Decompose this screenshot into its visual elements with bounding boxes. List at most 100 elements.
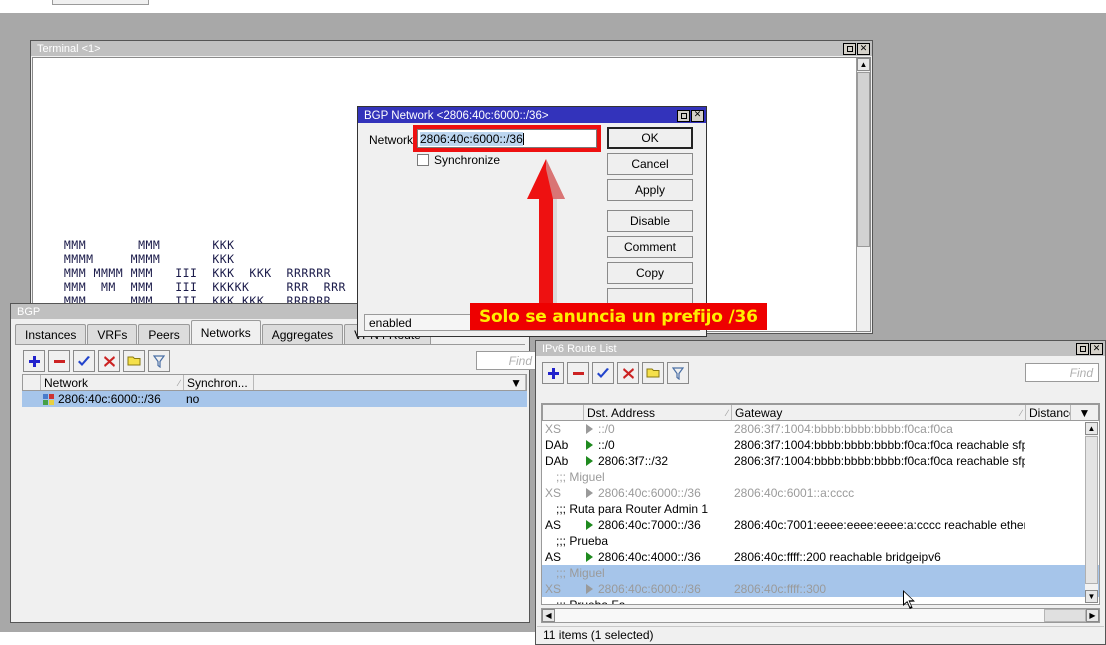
bgp-list-header[interactable]: Network ∕ Synchron... ▼ [22,374,527,391]
route-comment-row[interactable]: ;;; Miguel [542,469,1099,485]
filter-icon[interactable] [148,350,170,372]
route-vscrollbar[interactable]: ▲ ▼ [1085,422,1098,603]
route-table[interactable]: Dst. Address ∕ Gateway ∕ Distance ▼ XS::… [541,403,1100,605]
enable-icon[interactable] [73,350,95,372]
bgp-window[interactable]: BGP Instances VRFs Peers Networks Aggreg… [10,303,530,623]
route-comment-text: ;;; Prueba [542,533,1070,549]
scroll-thumb[interactable] [857,72,870,247]
bgp-col-network-label: Network [44,376,88,390]
remove-icon[interactable] [567,362,589,384]
disable-icon[interactable] [98,350,120,372]
close-icon[interactable]: ✕ [691,110,704,122]
route-distance [1025,421,1070,437]
bgp-col-synchronize[interactable]: Synchron... [184,375,254,390]
add-icon[interactable] [23,350,45,372]
apply-button[interactable]: Apply [607,179,693,201]
bgp-toolbar[interactable] [23,350,170,372]
scroll-up-icon[interactable]: ▲ [1085,422,1098,435]
route-col-distance-label: Distance [1029,406,1071,420]
route-gateway: 2806:40c:7001:eeee:eeee:eeee:a:cccc reac… [731,517,1025,533]
annotation-arrow [523,159,569,309]
dialog-titlebar[interactable]: BGP Network <2806:40c:6000::/36> ✕ [358,107,706,123]
copy-button[interactable]: Copy [607,262,693,284]
network-label: Network: [369,133,416,147]
scroll-left-icon[interactable]: ◀ [542,609,555,622]
table-row[interactable]: DAb2806:3f7::/322806:3f7:1004:bbbb:bbbb:… [542,453,1099,469]
winbox-desktop: Terminal <1> ✕ MMM MMM KKK MMMM MMMM KKK… [0,13,1106,632]
route-comment-row[interactable]: ;;; Miguel [542,565,1099,581]
ok-button[interactable]: OK [607,127,693,149]
route-dst-text: ::/0 [598,421,615,437]
route-find-input[interactable]: Find [1025,363,1099,382]
comment-icon[interactable] [123,350,145,372]
route-flags: XS [542,421,583,437]
table-row[interactable]: DAb::/02806:3f7:1004:bbbb:bbbb:bbbb:f0ca… [542,437,1099,453]
table-row[interactable]: AS2806:40c:7000::/362806:40c:7001:eeee:e… [542,517,1099,533]
synchronize-checkbox-row[interactable]: Synchronize [417,153,500,167]
tab-vrfs[interactable]: VRFs [87,324,137,344]
terminal-scrollbar[interactable]: ▲ [856,58,870,331]
route-col-menu[interactable]: ▼ [1071,405,1098,420]
terminal-ascii-logo: MMM MMM KKK MMMM MMMM KKK MMM MMMM MMM I… [49,238,391,308]
maximize-icon[interactable] [1076,343,1089,355]
maximize-icon[interactable] [677,110,690,122]
tab-networks[interactable]: Networks [191,320,261,344]
synchronize-checkbox[interactable] [417,154,429,166]
ipv6-route-list-window[interactable]: IPv6 Route List ✕ [535,340,1106,645]
route-dst-address: 2806:3f7::/32 [583,453,731,469]
disable-button[interactable]: Disable [607,210,693,232]
scroll-thumb[interactable] [1085,436,1098,584]
route-dst-text: 2806:40c:6000::/36 [598,485,701,501]
bgp-network-list[interactable]: Network ∕ Synchron... ▼ [22,374,527,407]
scroll-down-icon[interactable]: ▼ [1085,590,1098,603]
route-hscrollbar[interactable]: ◀ ▶ [541,608,1100,623]
chevron-down-icon[interactable]: ▼ [1079,406,1091,420]
scroll-right-icon[interactable]: ▶ [1086,609,1099,622]
table-row[interactable]: XS::/0 2806:3f7:1004:bbbb:bbbb:bbbb:f0ca:… [542,421,1099,437]
sort-ascending-icon: ∕ [178,378,180,388]
table-row[interactable]: 2806:40c:6000::/36 no [22,391,527,407]
route-flags: XS [542,581,583,597]
route-col-distance[interactable]: Distance [1026,405,1071,420]
route-comment-row[interactable]: ;;; Prueba [542,533,1099,549]
route-list-toolbar[interactable] [542,362,689,384]
route-gateway: 2806:3f7:1004:bbbb:bbbb:bbbb:f0ca:f0ca [731,421,1025,437]
route-rows-container[interactable]: XS::/0 2806:3f7:1004:bbbb:bbbb:bbbb:f0ca:… [542,421,1099,605]
scroll-up-icon[interactable]: ▲ [857,58,870,71]
remove-icon[interactable] [48,350,70,372]
close-icon[interactable]: ✕ [1090,343,1103,355]
comment-icon[interactable] [642,362,664,384]
tab-aggregates[interactable]: Aggregates [262,324,343,344]
route-comment-row[interactable]: ;;; Prueba Fa [542,597,1099,605]
bgp-col-menu[interactable]: ▼ [254,375,526,390]
route-col-flags [543,405,584,420]
table-row[interactable]: XS2806:40c:6000::/362806:40c:ffff::300 [542,581,1099,597]
comment-button[interactable]: Comment [607,236,693,258]
route-col-gateway[interactable]: Gateway ∕ [732,405,1026,420]
annotation-text: Solo se anuncia un prefijo /36 [479,307,758,327]
terminal-titlebar[interactable]: Terminal <1> ✕ [31,41,872,56]
route-comment-row[interactable]: ;;; Ruta para Router Admin 1 [542,501,1099,517]
background-window-edge [52,0,149,5]
filter-icon[interactable] [667,362,689,384]
route-list-titlebar[interactable]: IPv6 Route List ✕ [536,341,1105,356]
tab-peers[interactable]: Peers [138,324,189,344]
route-list-header[interactable]: Dst. Address ∕ Gateway ∕ Distance ▼ [542,404,1099,421]
bgp-col-network[interactable]: Network ∕ [41,375,184,390]
disable-icon[interactable] [617,362,639,384]
chevron-down-icon[interactable]: ▼ [510,376,522,390]
bgp-find-input[interactable]: Find [476,351,538,370]
add-icon[interactable] [542,362,564,384]
tab-instances[interactable]: Instances [15,324,86,344]
cancel-button[interactable]: Cancel [607,153,693,175]
maximize-icon[interactable] [843,43,856,55]
table-row[interactable]: AS2806:40c:4000::/362806:40c:ffff::200 r… [542,549,1099,565]
table-row[interactable]: XS2806:40c:6000::/362806:40c:6001::a:ccc… [542,485,1099,501]
close-icon[interactable]: ✕ [857,43,870,55]
route-dst-address: 2806:40c:4000::/36 [583,549,731,565]
bgp-col-synchronize-label: Synchron... [187,376,248,390]
route-flags: AS [542,517,583,533]
bgp-row-network: 2806:40c:6000::/36 [58,391,161,407]
route-col-dst-address[interactable]: Dst. Address ∕ [584,405,732,420]
enable-icon[interactable] [592,362,614,384]
